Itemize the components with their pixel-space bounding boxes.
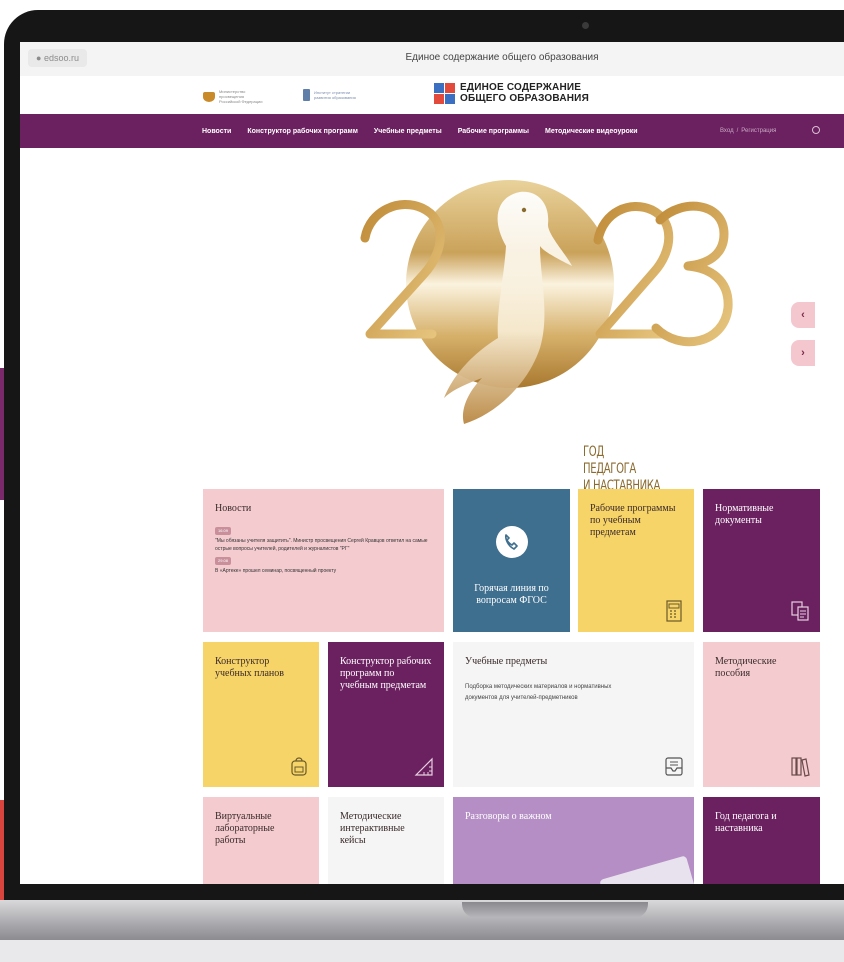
news-date: 29.08 [215, 557, 232, 565]
nav-item-video-lessons[interactable]: Методические видеоуроки [545, 128, 638, 135]
nav-item-subjects[interactable]: Учебные предметы [374, 128, 442, 135]
pelican-eye [521, 207, 527, 213]
nav-items: Новости Конструктор рабочих программ Уче… [202, 114, 638, 148]
news-text: В «Артеке» прошел семинар, посвященный п… [215, 568, 337, 574]
caption-line-2: ПЕДАГОГА [583, 461, 636, 477]
tile-teacher-year-title: Год педагога и наставника [715, 811, 777, 834]
tile-conversations-decor [599, 855, 694, 884]
institute-mark-icon [303, 89, 310, 101]
tile-interactive-cases[interactable]: Методические интерактивные кейсы [328, 797, 444, 884]
hero-artwork [360, 180, 733, 424]
news-item[interactable]: 29.08 В «Артеке» прошел семинар, посвяще… [215, 557, 432, 575]
tile-teacher-year[interactable]: Год педагога и наставника [703, 797, 820, 884]
hero-slider: ГОД ПЕДАГОГА И НАСТАВНИКА ‹ › [20, 148, 844, 513]
tile-conversations[interactable]: Разговоры о важном [453, 797, 694, 884]
auth-separator: / [736, 128, 739, 134]
tile-hotline[interactable]: Горячая линия по вопросам ФГОС [453, 489, 570, 632]
tile-methodical-guides-title: Методические пособия [715, 656, 777, 679]
laptop-base [0, 900, 844, 940]
slider-prev-button[interactable]: ‹ [791, 302, 815, 328]
main-nav: Новости Конструктор рабочих программ Уче… [20, 114, 844, 148]
browser-address-bar: ● edsoo.ru Единое содержание общего обра… [20, 42, 844, 77]
news-date: 16.09 [215, 527, 232, 535]
main-logo-line1: ЕДИНОЕ СОДЕРЖАНИЕ [460, 82, 582, 93]
ministry-logo-text: Министерство просвещения Российской Феде… [219, 89, 263, 104]
news-text: "Мы обязаны учителя защитить". Министр п… [215, 538, 428, 552]
tile-plans-constructor-title: Конструктор учебных планов [215, 656, 284, 679]
inbox-tray-icon [665, 757, 683, 776]
backpack-icon [291, 757, 307, 776]
tile-subjects-description: Подборка методических материалов и норма… [465, 684, 612, 701]
institute-logo-text: Институт стратегии развития образования [314, 90, 356, 100]
tile-subjects[interactable]: Учебные предметы Подборка методических м… [453, 642, 694, 787]
nav-item-work-programs[interactable]: Рабочие программы [458, 128, 529, 135]
laptop-hinge-notch [462, 902, 648, 918]
tile-normative-docs[interactable]: Нормативные документы [703, 489, 820, 632]
site-header: Министерство просвещения Российской Феде… [20, 76, 844, 114]
floor-surface [0, 940, 844, 962]
tile-methodical-guides[interactable]: Методические пособия [703, 642, 820, 787]
auth-links: Вход / Регистрация [720, 114, 776, 148]
login-link[interactable]: Вход [720, 128, 734, 134]
ruler-triangle-icon [414, 757, 433, 776]
tile-subjects-title: Учебные предметы [465, 656, 548, 667]
tile-interactive-cases-title: Методические интерактивные кейсы [340, 811, 405, 846]
eagle-emblem-icon [203, 91, 215, 102]
main-logo[interactable]: ЕДИНОЕ СОДЕРЖАНИЕ ОБЩЕГО ОБРАЗОВАНИЯ [434, 82, 589, 104]
tile-news[interactable]: Новости 16.09 "Мы обязаны учителя защити… [203, 489, 444, 632]
register-link[interactable]: Регистрация [741, 128, 776, 134]
search-icon[interactable] [812, 126, 820, 134]
tile-virtual-labs-title: Виртуальные лабораторные работы [215, 811, 275, 846]
chevron-left-icon: ‹ [801, 309, 805, 321]
slider-next-button[interactable]: › [791, 340, 815, 366]
main-logo-line2: ОБЩЕГО ОБРАЗОВАНИЯ [460, 93, 589, 104]
color-squares-logo-icon [434, 82, 455, 104]
tile-news-title: Новости [215, 503, 252, 514]
tile-hotline-title: Горячая линия по вопросам ФГОС [474, 583, 549, 606]
tile-programs-constructor[interactable]: Конструктор рабочих программ по учебным … [328, 642, 444, 787]
nav-item-programs-constructor[interactable]: Конструктор рабочих программ [247, 128, 358, 135]
tile-work-programs[interactable]: Рабочие программы по учебным предметам [578, 489, 694, 632]
tile-normative-docs-title: Нормативные документы [715, 503, 774, 526]
tile-virtual-labs[interactable]: Виртуальные лабораторные работы [203, 797, 319, 884]
chevron-right-icon: › [801, 347, 805, 359]
tile-conversations-title: Разговоры о важном [465, 811, 552, 822]
tab-title: Единое содержание общего образования [405, 52, 599, 63]
tile-programs-constructor-title: Конструктор рабочих программ по учебным … [340, 656, 432, 691]
hero-caption: ГОД ПЕДАГОГА И НАСТАВНИКА [583, 444, 660, 495]
laptop-screen: ● edsoo.ru Единое содержание общего обра… [20, 42, 844, 884]
tile-work-programs-title: Рабочие программы по учебным предметам [590, 503, 676, 538]
calculator-icon [666, 600, 682, 622]
tile-plans-constructor[interactable]: Конструктор учебных планов [203, 642, 319, 787]
documents-icon [791, 601, 809, 621]
institute-logo[interactable]: Институт стратегии развития образования [303, 89, 366, 101]
news-item[interactable]: 16.09 "Мы обязаны учителя защитить". Мин… [215, 527, 432, 553]
phone-icon [495, 526, 528, 558]
ministry-logo[interactable]: Министерство просвещения Российской Феде… [203, 89, 265, 104]
nav-item-news[interactable]: Новости [202, 128, 231, 135]
caption-line-1: ГОД [583, 444, 604, 460]
laptop-camera [582, 22, 589, 29]
books-icon [791, 757, 810, 777]
